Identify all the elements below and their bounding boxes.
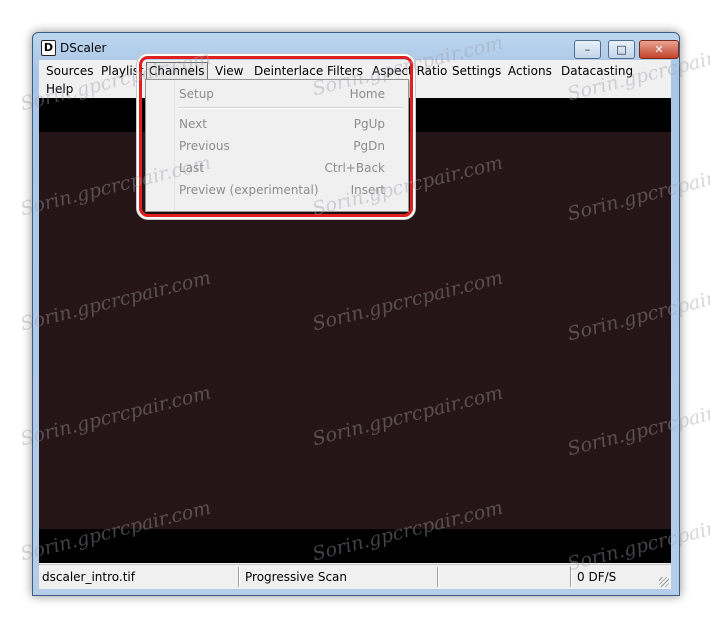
status-file: dscaler_intro.tif [42,570,135,584]
maximize-icon: □ [616,43,627,56]
menu-actions[interactable]: Actions [506,62,554,80]
status-divider [570,567,572,587]
menu-help[interactable]: Help [44,80,75,98]
resize-grip-icon[interactable] [659,577,669,587]
menu-datacasting[interactable]: Datacasting [559,62,635,80]
status-bar: dscaler_intro.tif Progressive Scan 0 DF/… [39,564,671,589]
close-icon: ✕ [654,43,664,56]
red-highlight-annotation [139,56,413,217]
minimize-button[interactable]: – [574,40,601,59]
status-frames: 0 DF/S [577,570,617,584]
status-divider [437,567,439,587]
status-empty [441,568,569,586]
status-scan-mode: Progressive Scan [245,570,348,584]
status-divider [238,567,240,587]
menu-sources[interactable]: Sources [44,62,95,80]
maximize-button[interactable]: □ [608,40,635,59]
minimize-icon: – [584,43,591,56]
video-letterbox-bottom [39,529,671,563]
close-button[interactable]: ✕ [639,40,679,59]
window-title: DScaler [60,41,107,55]
app-icon: D [41,40,56,56]
menu-settings[interactable]: Settings [450,62,503,80]
